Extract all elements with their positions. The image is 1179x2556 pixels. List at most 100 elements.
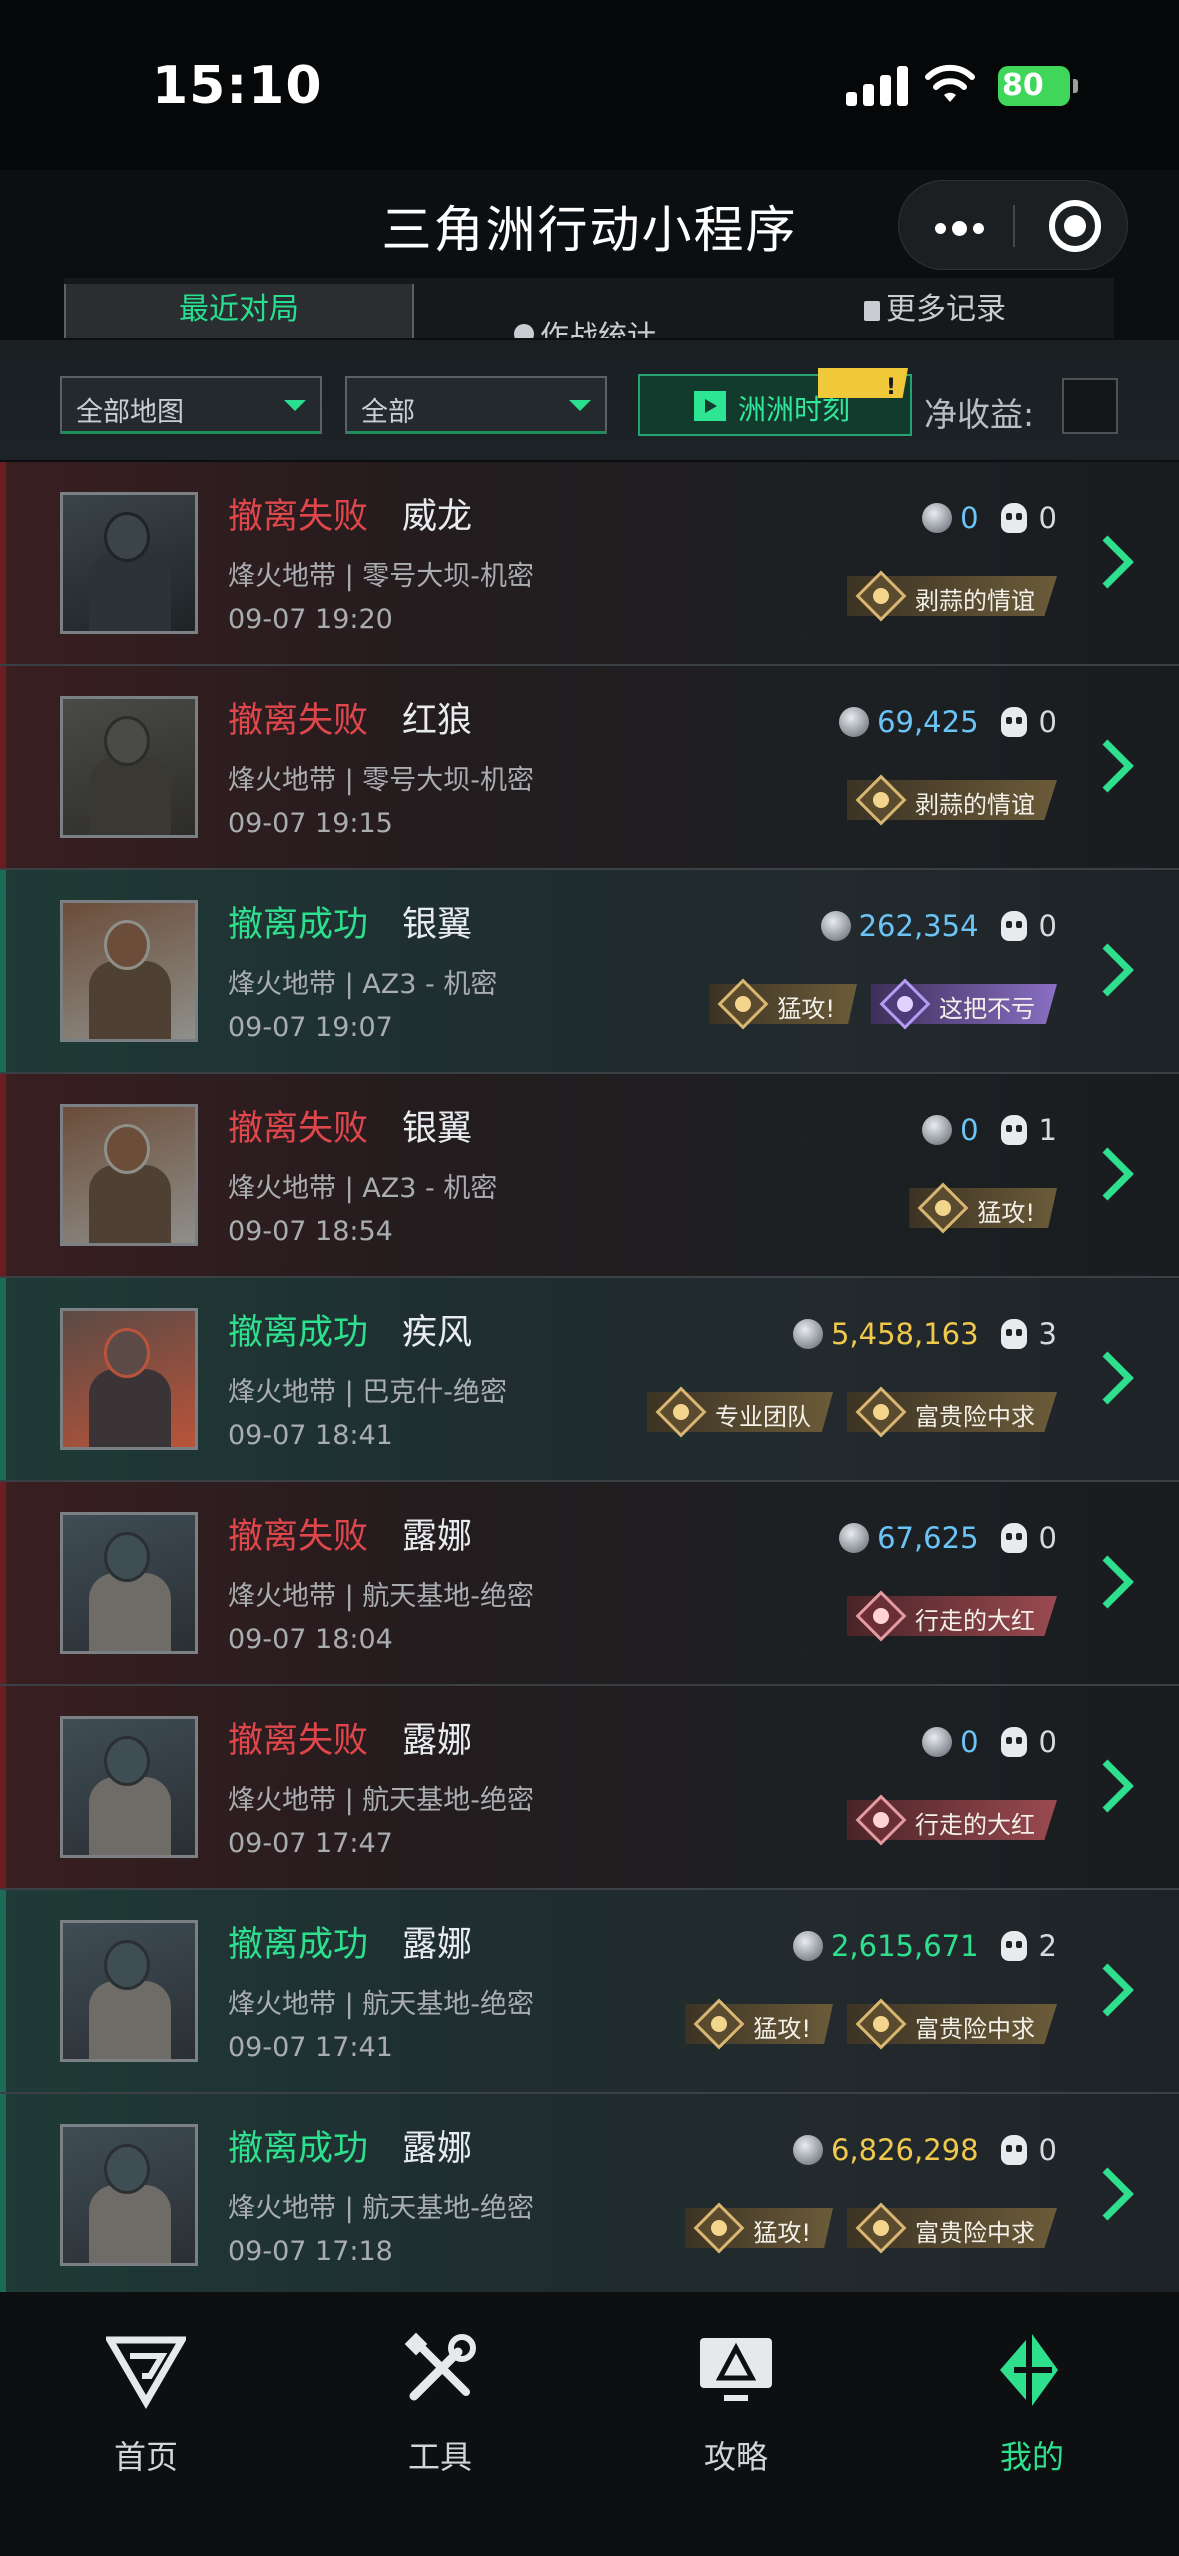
kill-count: 2 bbox=[1038, 1929, 1057, 1963]
skull-icon bbox=[1000, 707, 1027, 737]
tag-emblem-icon bbox=[855, 1386, 907, 1438]
match-stats: 262,354 0 bbox=[820, 906, 1057, 946]
match-row[interactable]: 撤离失败 银翼 烽火地带 | AZ3 - 机密 09-07 18:54 0 1 … bbox=[0, 1074, 1179, 1278]
skull-icon bbox=[1000, 1319, 1027, 1349]
nav-guides[interactable]: 攻略 bbox=[636, 2330, 836, 2478]
tag-emblem-icon bbox=[655, 1386, 707, 1438]
nav-mine[interactable]: 我的 bbox=[932, 2330, 1132, 2478]
chevron-down-icon bbox=[569, 400, 591, 411]
nav-home[interactable]: 首页 bbox=[46, 2330, 246, 2478]
extraction-result: 撤离成功 bbox=[228, 2129, 369, 2169]
extraction-result: 撤离失败 bbox=[228, 1109, 369, 1149]
operator-avatar bbox=[60, 2124, 198, 2266]
nav-label: 首页 bbox=[113, 2438, 178, 2476]
coin-icon bbox=[792, 1931, 823, 1961]
moments-button[interactable]: 洲洲时刻 ! bbox=[638, 368, 912, 436]
wifi-icon bbox=[925, 64, 975, 102]
asset-value: 262,354 bbox=[858, 909, 979, 943]
match-row[interactable]: 撤离失败 露娜 烽火地带 | 航天基地-绝密 09-07 17:47 0 0 行… bbox=[0, 1686, 1179, 1890]
operator-avatar bbox=[60, 1920, 198, 2062]
status-time: 15:10 bbox=[152, 56, 323, 116]
net-income-label: 净收益: bbox=[924, 395, 1035, 434]
operator-avatar bbox=[60, 900, 198, 1042]
match-time: 09-07 18:54 bbox=[228, 1216, 393, 1247]
match-list: 撤离失败 威龙 烽火地带 | 零号大坝-机密 09-07 19:20 0 0 剥… bbox=[0, 462, 1179, 2298]
kill-count: 0 bbox=[1038, 909, 1057, 943]
tag-emblem-icon bbox=[855, 1794, 907, 1846]
match-tags: 剥蒜的情谊 bbox=[847, 774, 1057, 826]
match-tag: 猛攻! bbox=[709, 978, 857, 1030]
operator-name: 露娜 bbox=[402, 1721, 473, 1761]
match-map: 烽火地带 | 零号大坝-机密 bbox=[228, 765, 535, 796]
tag-emblem-icon bbox=[917, 1182, 969, 1234]
match-time: 09-07 19:20 bbox=[228, 604, 393, 635]
chevron-right-icon[interactable] bbox=[1099, 532, 1137, 592]
match-stats: 69,425 0 bbox=[839, 702, 1057, 742]
nav-tools[interactable]: 工具 bbox=[340, 2330, 540, 2478]
match-map: 烽火地带 | 航天基地-绝密 bbox=[228, 1785, 535, 1816]
match-row[interactable]: 撤离成功 露娜 烽火地带 | 航天基地-绝密 09-07 17:18 6,826… bbox=[0, 2094, 1179, 2298]
skull-icon bbox=[1000, 1523, 1027, 1553]
skull-icon bbox=[1000, 1931, 1027, 1961]
match-time: 09-07 18:04 bbox=[228, 1624, 393, 1655]
battery-icon: 80 bbox=[998, 66, 1078, 106]
mode-filter-select[interactable]: 全部 bbox=[345, 376, 607, 434]
asset-value: 6,826,298 bbox=[830, 2133, 979, 2167]
match-time: 09-07 19:15 bbox=[228, 808, 393, 839]
chevron-right-icon[interactable] bbox=[1099, 1552, 1137, 1612]
match-map: 烽火地带 | AZ3 - 机密 bbox=[228, 1173, 498, 1204]
tag-emblem-icon bbox=[855, 2202, 907, 2254]
cellular-signal-icon bbox=[846, 64, 908, 106]
tab-more-records[interactable]: 更多记录 bbox=[864, 284, 1006, 338]
close-miniprogram-icon[interactable] bbox=[1049, 200, 1101, 252]
operator-name: 露娜 bbox=[402, 1925, 473, 1965]
chevron-right-icon[interactable] bbox=[1099, 1756, 1137, 1816]
coin-icon bbox=[839, 1523, 870, 1553]
match-tag: 行走的大红 bbox=[847, 1794, 1057, 1846]
match-map: 烽火地带 | 零号大坝-机密 bbox=[228, 561, 535, 592]
match-row[interactable]: 撤离失败 露娜 烽火地带 | 航天基地-绝密 09-07 18:04 67,62… bbox=[0, 1482, 1179, 1686]
match-row[interactable]: 撤离失败 红狼 烽火地带 | 零号大坝-机密 09-07 19:15 69,42… bbox=[0, 666, 1179, 870]
skull-icon bbox=[1000, 1115, 1027, 1145]
nav-label: 我的 bbox=[999, 2438, 1064, 2476]
video-icon bbox=[694, 391, 726, 421]
match-time: 09-07 17:47 bbox=[228, 1828, 393, 1859]
chevron-right-icon[interactable] bbox=[1099, 1348, 1137, 1408]
coin-icon bbox=[922, 1727, 953, 1757]
skull-icon bbox=[1000, 503, 1027, 533]
map-filter-select[interactable]: 全部地图 bbox=[60, 376, 322, 434]
match-row[interactable]: 撤离成功 疾风 烽火地带 | 巴克什-绝密 09-07 18:41 5,458,… bbox=[0, 1278, 1179, 1482]
net-income-checkbox[interactable] bbox=[1062, 378, 1118, 434]
coin-icon bbox=[922, 1115, 953, 1145]
kill-count: 0 bbox=[1038, 705, 1057, 739]
operator-avatar bbox=[60, 492, 198, 634]
match-tag: 猛攻! bbox=[909, 1182, 1057, 1234]
asset-value: 0 bbox=[960, 1113, 979, 1147]
operator-avatar bbox=[60, 696, 198, 838]
operator-avatar bbox=[60, 1512, 198, 1654]
match-time: 09-07 18:41 bbox=[228, 1420, 393, 1451]
operator-avatar bbox=[60, 1716, 198, 1858]
chevron-right-icon[interactable] bbox=[1099, 940, 1137, 1000]
match-stats: 5,458,163 3 bbox=[792, 1314, 1057, 1354]
chevron-right-icon[interactable] bbox=[1099, 736, 1137, 796]
chevron-right-icon[interactable] bbox=[1099, 1960, 1137, 2020]
match-row[interactable]: 撤离成功 银翼 烽火地带 | AZ3 - 机密 09-07 19:07 262,… bbox=[0, 870, 1179, 1074]
match-row[interactable]: 撤离失败 威龙 烽火地带 | 零号大坝-机密 09-07 19:20 0 0 剥… bbox=[0, 462, 1179, 666]
chevron-right-icon[interactable] bbox=[1099, 2164, 1137, 2224]
extraction-result: 撤离成功 bbox=[228, 905, 369, 945]
chevron-right-icon[interactable] bbox=[1099, 1144, 1137, 1204]
operator-name: 银翼 bbox=[402, 905, 473, 945]
coin-icon bbox=[839, 707, 870, 737]
kill-count: 1 bbox=[1038, 1113, 1057, 1147]
asset-value: 69,425 bbox=[877, 705, 979, 739]
nav-label: 攻略 bbox=[703, 2438, 768, 2476]
tab-recent-matches[interactable]: 最近对局 bbox=[64, 284, 414, 338]
match-map: 烽火地带 | 航天基地-绝密 bbox=[228, 2193, 535, 2224]
miniprogram-capsule bbox=[898, 180, 1128, 270]
operator-name: 银翼 bbox=[402, 1109, 473, 1149]
match-tag: 剥蒜的情谊 bbox=[847, 570, 1057, 622]
more-icon[interactable] bbox=[935, 219, 990, 238]
match-tag: 富贵险中求 bbox=[847, 1998, 1057, 2050]
match-row[interactable]: 撤离成功 露娜 烽火地带 | 航天基地-绝密 09-07 17:41 2,615… bbox=[0, 1890, 1179, 2094]
